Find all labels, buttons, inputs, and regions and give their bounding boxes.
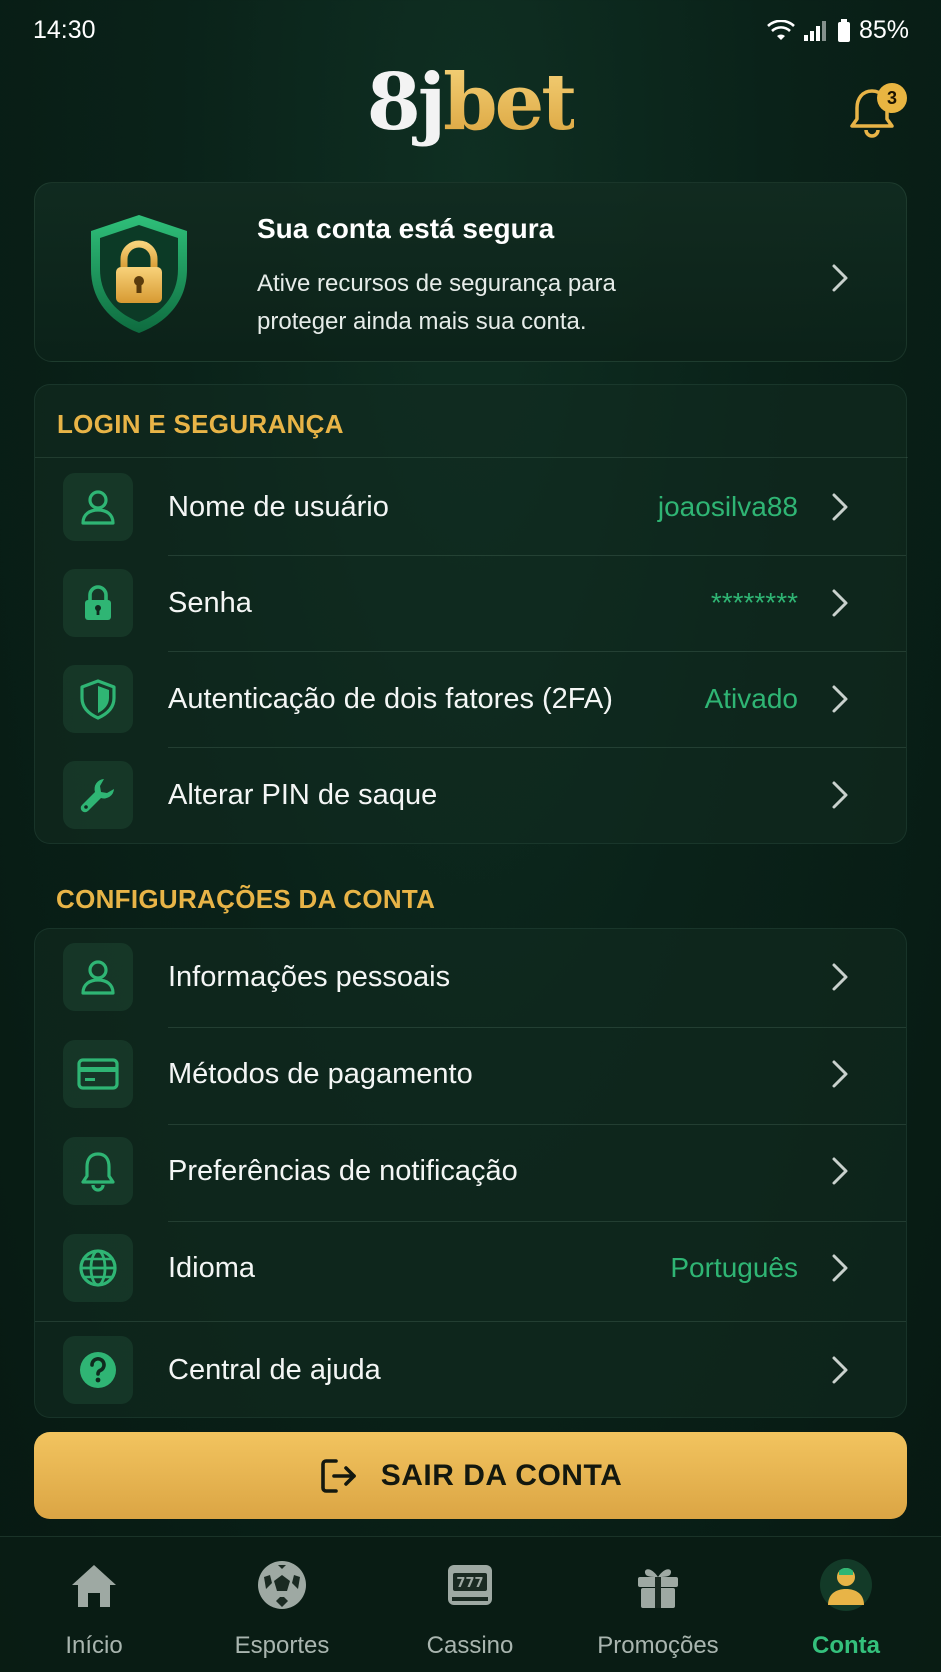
nav-item-home[interactable]: Início	[0, 1537, 188, 1672]
row-username[interactable]: Nome de usuário joaosilva88	[35, 459, 908, 555]
row-personal-info[interactable]: Informações pessoais	[35, 929, 908, 1025]
security-banner-description: Ative recursos de segurança para protege…	[257, 270, 616, 335]
row-notification-preferences[interactable]: Preferências de notificação	[35, 1123, 908, 1219]
row-two-factor[interactable]: Autenticação de dois fatores (2FA) Ativa…	[35, 651, 908, 747]
row-withdrawal-pin[interactable]: Alterar PIN de saque	[35, 747, 908, 843]
row-label: Informações pessoais	[168, 961, 451, 993]
chevron-right-icon	[832, 264, 848, 292]
chevron-right-icon	[832, 1157, 848, 1185]
chevron-right-icon	[832, 1356, 848, 1384]
status-bar: 14:30 85%	[0, 0, 941, 60]
wrench-icon	[63, 761, 133, 829]
credit-card-icon	[63, 1040, 133, 1108]
section-title-account-settings: CONFIGURAÇÕES DA CONTA	[56, 884, 436, 914]
row-language[interactable]: Idioma Português	[35, 1220, 908, 1316]
row-label: Idioma	[168, 1252, 256, 1284]
lock-icon	[63, 569, 133, 637]
username-value: joaosilva88	[657, 491, 798, 522]
row-label: Autenticação de dois fatores (2FA)	[168, 683, 613, 715]
password-value: ********	[710, 587, 798, 618]
shield-icon	[63, 665, 133, 733]
row-label: Nome de usuário	[168, 491, 389, 523]
row-label: Preferências de notificação	[168, 1155, 518, 1187]
nav-label: Início	[65, 1632, 123, 1659]
gift-icon	[638, 1569, 678, 1608]
nav-item-promotions[interactable]: Promoções	[564, 1537, 752, 1672]
nav-label: Esportes	[234, 1632, 330, 1659]
logo-text-part1: 8j	[366, 57, 446, 148]
logout-button[interactable]: SAIR DA CONTA	[34, 1432, 907, 1519]
row-payment-methods[interactable]: Métodos de pagamento	[35, 1026, 908, 1122]
battery-icon	[837, 18, 850, 42]
wifi-icon	[767, 19, 795, 40]
security-banner-title: Sua conta está segura	[257, 213, 555, 244]
chevron-right-icon	[832, 1060, 848, 1088]
language-value: Português	[670, 1252, 798, 1283]
bell-icon	[63, 1137, 133, 1205]
brand-logo: 8jbet	[0, 58, 941, 148]
soccer-ball-icon	[258, 1561, 306, 1609]
status-icons: 85%	[767, 16, 909, 45]
nav-item-account[interactable]: Conta	[752, 1537, 940, 1672]
login-security-card: LOGIN E SEGURANÇA Nome de usuário joaosi…	[34, 384, 908, 844]
home-icon	[72, 1565, 116, 1607]
globe-icon	[63, 1234, 133, 1302]
nav-label: Promoções	[597, 1632, 719, 1659]
status-time: 14:30	[33, 16, 96, 44]
account-settings-card: Informações pessoais Métodos de pagament…	[34, 928, 907, 1418]
bottom-navigation: Início Esportes 777 Cassino Promoções Co…	[0, 1536, 941, 1672]
row-help-center[interactable]: Central de ajuda	[35, 1322, 908, 1418]
row-label: Métodos de pagamento	[168, 1058, 473, 1090]
chevron-right-icon	[832, 781, 848, 809]
nav-label: Conta	[812, 1632, 880, 1659]
logout-icon	[320, 1458, 356, 1493]
logout-label: SAIR DA CONTA	[380, 1458, 623, 1492]
row-label: Senha	[168, 587, 252, 619]
row-password[interactable]: Senha ********	[35, 555, 908, 651]
chevron-right-icon	[832, 685, 848, 713]
chevron-right-icon	[832, 963, 848, 991]
nav-label: Cassino	[426, 1632, 514, 1659]
user-icon	[63, 473, 133, 541]
security-banner[interactable]: Sua conta está segura Ative recursos de …	[34, 182, 907, 362]
help-icon	[63, 1336, 133, 1404]
row-label: Central de ajuda	[168, 1354, 381, 1386]
nav-item-casino[interactable]: 777 Cassino	[376, 1537, 564, 1672]
svg-text:777: 777	[456, 1576, 483, 1591]
two-factor-status: Ativado	[704, 683, 798, 714]
row-label: Alterar PIN de saque	[168, 779, 438, 811]
chevron-right-icon	[832, 1254, 848, 1282]
section-title-login-security: LOGIN E SEGURANÇA	[57, 409, 344, 439]
user-icon	[63, 943, 133, 1011]
notification-badge: 3	[877, 83, 907, 113]
shield-lock-icon	[83, 211, 195, 336]
slot-machine-icon: 777	[448, 1565, 492, 1605]
account-icon	[820, 1559, 872, 1611]
nav-item-sports[interactable]: Esportes	[188, 1537, 376, 1672]
battery-level: 85%	[858, 16, 909, 44]
logo-text-part2: bet	[443, 57, 577, 148]
chevron-right-icon	[832, 589, 848, 617]
signal-icon	[803, 20, 826, 41]
chevron-right-icon	[832, 493, 848, 521]
